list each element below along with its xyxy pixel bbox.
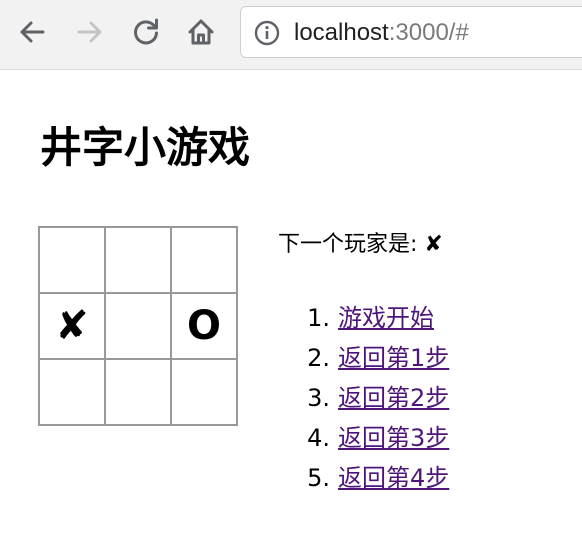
board-square[interactable]: O: [172, 294, 238, 360]
board-square[interactable]: [172, 228, 238, 294]
arrow-right-icon: [77, 21, 102, 43]
move-number: 3.: [307, 384, 330, 412]
back-button[interactable]: [14, 14, 50, 50]
move-item: 2. 返回第1步: [278, 338, 449, 378]
move-number: 1.: [307, 304, 330, 332]
move-number: 2.: [307, 344, 330, 372]
reload-icon: [134, 18, 158, 45]
move-link[interactable]: 返回第1步: [338, 338, 449, 378]
page-title: 井字小游戏: [40, 123, 251, 172]
move-item: 3. 返回第2步: [278, 378, 449, 418]
move-item: 5. 返回第4步: [278, 458, 449, 498]
board-square[interactable]: ✘: [40, 294, 106, 360]
reload-button[interactable]: [128, 14, 164, 50]
move-history: 1. 游戏开始 2. 返回第1步 3. 返回第2步 4. 返回第3步 5. 返回…: [278, 298, 449, 498]
move-link[interactable]: 返回第4步: [338, 458, 449, 498]
url-host: localhost: [294, 19, 389, 46]
move-number: 5.: [307, 464, 330, 492]
game-board: ✘ O: [38, 226, 238, 426]
next-player-status: 下一个玩家是: ✘: [278, 232, 443, 257]
board-square[interactable]: [40, 360, 106, 426]
move-number: 4.: [307, 424, 330, 452]
board-square[interactable]: [106, 294, 172, 360]
move-link[interactable]: 返回第3步: [338, 418, 449, 458]
url-text[interactable]: localhost:3000/#: [294, 20, 469, 46]
home-button[interactable]: [183, 14, 219, 50]
arrow-left-icon: [20, 21, 45, 43]
board-square[interactable]: [40, 228, 106, 294]
move-item: 1. 游戏开始: [278, 298, 449, 338]
address-bar[interactable]: localhost:3000/#: [240, 6, 582, 58]
browser-toolbar: localhost:3000/#: [0, 0, 582, 70]
move-link[interactable]: 游戏开始: [338, 298, 434, 338]
board-square[interactable]: [106, 228, 172, 294]
move-item: 4. 返回第3步: [278, 418, 449, 458]
info-icon[interactable]: [254, 20, 280, 46]
move-link[interactable]: 返回第2步: [338, 378, 449, 418]
board-square[interactable]: [106, 360, 172, 426]
board-square[interactable]: [172, 360, 238, 426]
url-path: :3000/#: [388, 19, 469, 46]
forward-button[interactable]: [72, 14, 108, 50]
home-icon: [188, 19, 214, 45]
game-info: 下一个玩家是: ✘ 1. 游戏开始 2. 返回第1步 3. 返回第2步 4. 返…: [278, 230, 578, 492]
